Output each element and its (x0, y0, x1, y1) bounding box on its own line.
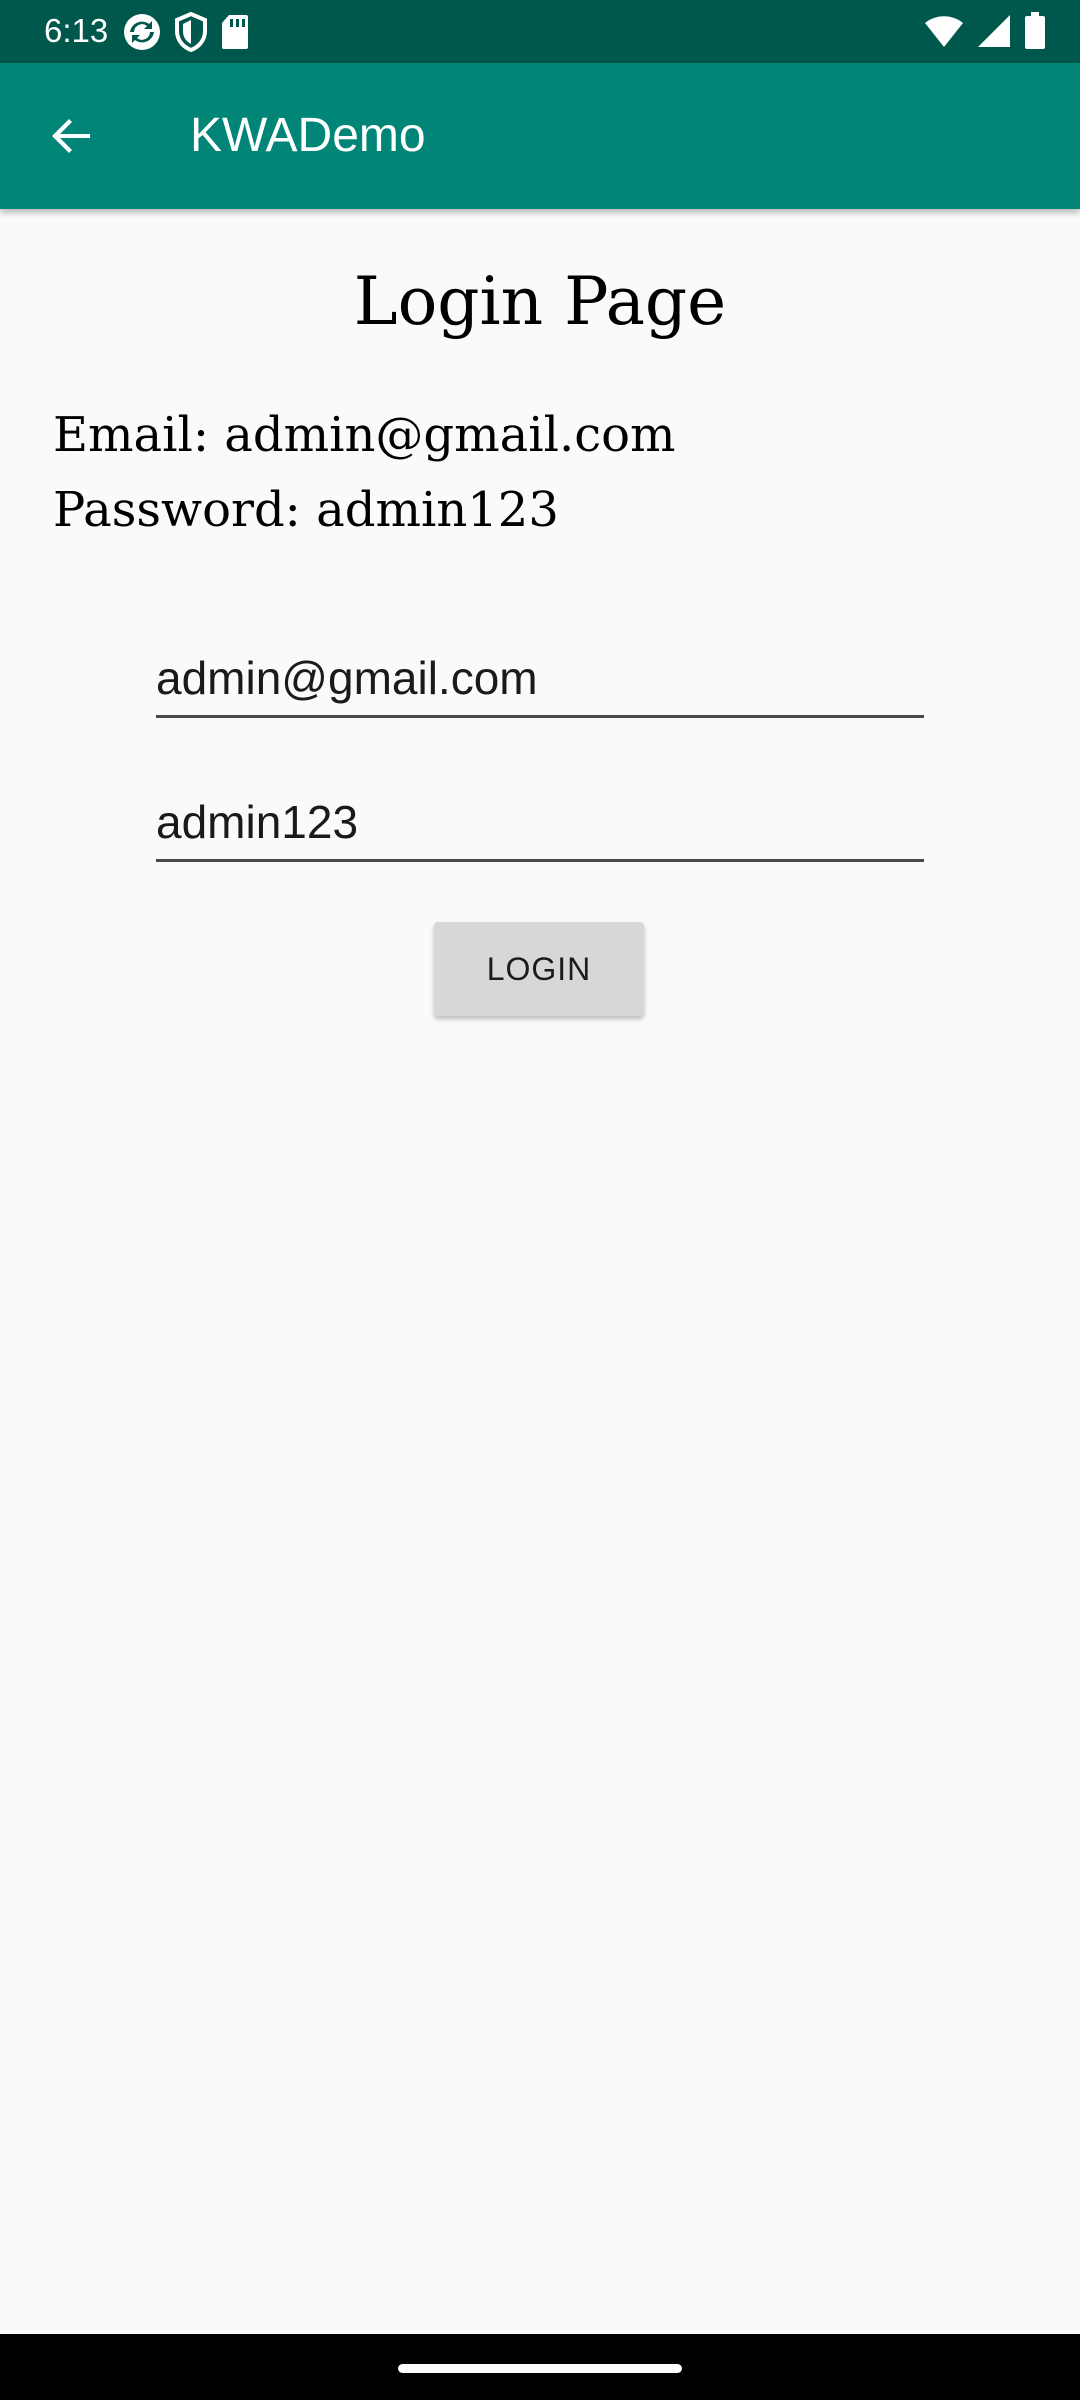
login-button[interactable]: LOGIN (434, 922, 644, 1016)
sync-icon (122, 12, 162, 57)
back-button[interactable] (40, 106, 104, 170)
email-field-value: admin@gmail.com (156, 652, 538, 704)
signal-icon (976, 13, 1012, 54)
status-notification-icons (122, 11, 250, 57)
sd-card-icon (220, 13, 250, 56)
app-title: KWADemo (190, 109, 426, 162)
wifi-icon (924, 13, 964, 54)
home-gesture-handle[interactable] (398, 2364, 682, 2373)
battery-icon (1024, 12, 1046, 55)
password-hint-text: Password: admin123 (53, 482, 559, 538)
email-hint-text: Email: admin@gmail.com (53, 407, 676, 463)
app-bar: KWADemo (0, 63, 1080, 209)
status-bar: 6:13 (0, 0, 1080, 63)
password-field[interactable]: admin123 (156, 796, 924, 862)
password-field-value: admin123 (156, 796, 359, 848)
status-time: 6:13 (44, 12, 109, 49)
arrow-back-icon (50, 114, 94, 163)
navigation-bar (0, 2334, 1080, 2400)
page-title: Login Page (353, 263, 727, 340)
shield-icon (174, 11, 208, 57)
email-field[interactable]: admin@gmail.com (156, 652, 924, 718)
status-system-icons (924, 12, 1046, 55)
